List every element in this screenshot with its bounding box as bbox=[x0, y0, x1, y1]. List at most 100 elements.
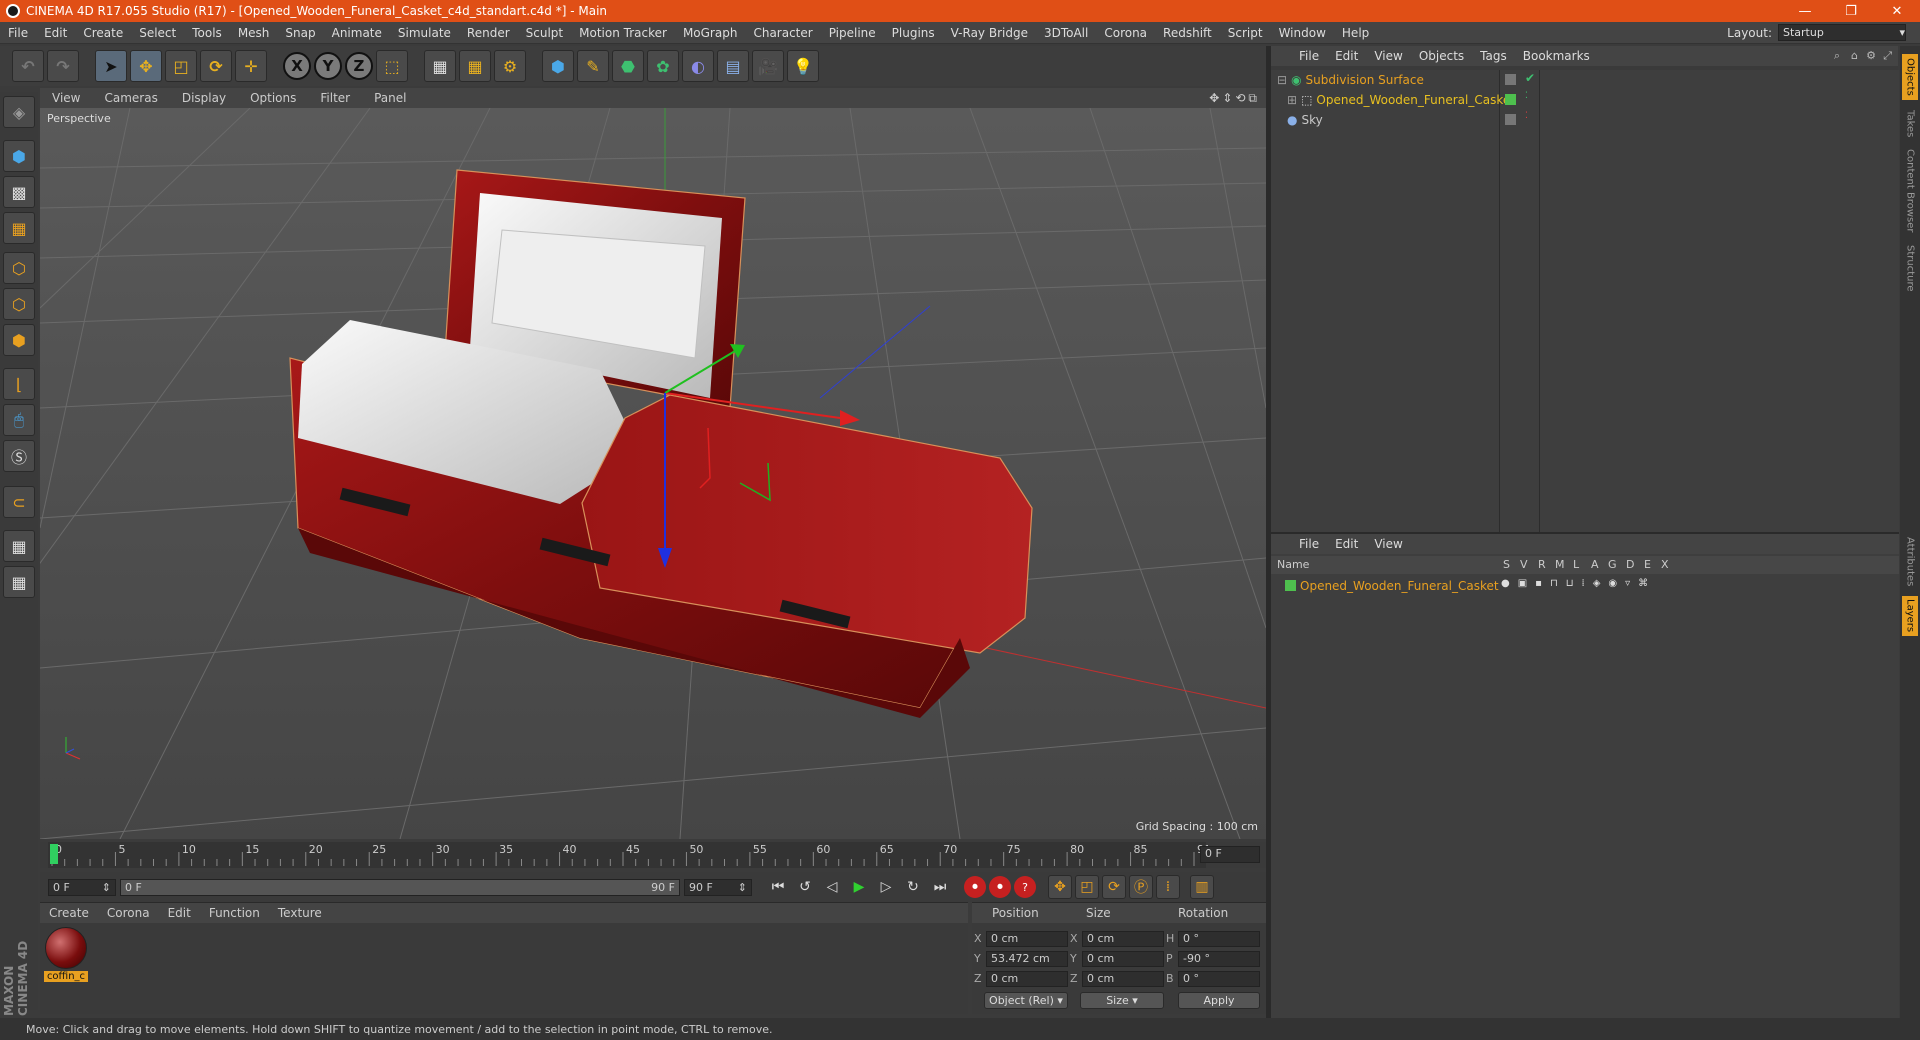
size-x-field[interactable]: 0 cm bbox=[1082, 930, 1164, 947]
tab-structure[interactable]: Structure bbox=[1902, 240, 1918, 296]
viewport-menu-display[interactable]: Display bbox=[170, 91, 238, 105]
material-menu-texture[interactable]: Texture bbox=[269, 906, 331, 920]
workplane-mode-button[interactable]: ▦ bbox=[3, 212, 35, 244]
key-scale-button[interactable]: ◰ bbox=[1075, 875, 1099, 899]
layer-tag[interactable] bbox=[1505, 114, 1516, 125]
search-icon[interactable]: ⌕ bbox=[1834, 49, 1840, 63]
viewport-menu-filter[interactable]: Filter bbox=[308, 91, 362, 105]
menu-3dtoall[interactable]: 3DToAll bbox=[1036, 26, 1096, 40]
layers-menu-view[interactable]: View bbox=[1366, 537, 1410, 551]
layer-tag[interactable] bbox=[1505, 74, 1516, 85]
objects-menu-view[interactable]: View bbox=[1366, 49, 1410, 63]
viewport-camera-label[interactable]: Perspective bbox=[44, 112, 114, 125]
material-swatch[interactable]: coffin_c bbox=[44, 927, 88, 982]
cube-primitive-button[interactable]: ⬢ bbox=[542, 50, 574, 82]
menu-create[interactable]: Create bbox=[75, 26, 131, 40]
tweak-mode-button[interactable]: 🖱 bbox=[3, 404, 35, 436]
material-menu-corona[interactable]: Corona bbox=[98, 906, 159, 920]
close-button[interactable]: ✕ bbox=[1874, 0, 1920, 22]
go-to-end-button[interactable]: ⏭ bbox=[928, 875, 952, 899]
start-frame-field[interactable]: 0 F ⇕ bbox=[48, 878, 116, 896]
current-frame-field[interactable]: 0 F bbox=[1200, 846, 1260, 863]
expand-icon[interactable]: ⊞ bbox=[1287, 93, 1297, 107]
key-rotation-button[interactable]: ⟳ bbox=[1102, 875, 1126, 899]
position-x-field[interactable]: 0 cm bbox=[986, 930, 1068, 947]
visibility-dots-icon[interactable]: ⁚ bbox=[1525, 111, 1528, 121]
menu-script[interactable]: Script bbox=[1220, 26, 1271, 40]
material-menu-function[interactable]: Function bbox=[200, 906, 269, 920]
keyframe-selection-button[interactable]: ? bbox=[1014, 876, 1036, 898]
menu-snap[interactable]: Snap bbox=[277, 26, 323, 40]
frame-range-slider[interactable]: 0 F 90 F bbox=[120, 878, 680, 896]
menu-mesh[interactable]: Mesh bbox=[230, 26, 278, 40]
menu-render[interactable]: Render bbox=[459, 26, 518, 40]
prev-key-button[interactable]: ↺ bbox=[793, 875, 817, 899]
expand-icon[interactable]: ⤢ bbox=[1883, 49, 1892, 63]
menu-tools[interactable]: Tools bbox=[184, 26, 230, 40]
position-z-field[interactable]: 0 cm bbox=[986, 970, 1068, 987]
go-to-start-button[interactable]: ⏮ bbox=[766, 875, 790, 899]
viewport-menu-panel[interactable]: Panel bbox=[362, 91, 418, 105]
menu-character[interactable]: Character bbox=[745, 26, 820, 40]
menu-plugins[interactable]: Plugins bbox=[884, 26, 943, 40]
menu-mograph[interactable]: MoGraph bbox=[675, 26, 746, 40]
objects-menu-file[interactable]: File bbox=[1291, 49, 1327, 63]
layers-menu-file[interactable]: File bbox=[1291, 537, 1327, 551]
x-axis-lock-button[interactable]: X bbox=[283, 52, 311, 80]
next-frame-button[interactable]: ▷ bbox=[874, 875, 898, 899]
visibility-dots-icon[interactable]: ⁚ bbox=[1525, 91, 1528, 101]
timeline-ruler[interactable]: 051015202530354045505560657075808590 0 F bbox=[40, 842, 1266, 868]
menu-vray-bridge[interactable]: V-Ray Bridge bbox=[943, 26, 1036, 40]
key-parameter-button[interactable]: Ⓟ bbox=[1129, 875, 1153, 899]
size-y-field[interactable]: 0 cm bbox=[1082, 950, 1164, 967]
floor-button[interactable]: ▤ bbox=[717, 50, 749, 82]
viewport-menu-options[interactable]: Options bbox=[238, 91, 308, 105]
rotate-tool-button[interactable]: ⟳ bbox=[200, 50, 232, 82]
layout-select[interactable]: Startup ▾ bbox=[1778, 24, 1906, 41]
tab-attributes[interactable]: Attributes bbox=[1902, 532, 1918, 592]
render-view-button[interactable]: ▦ bbox=[424, 50, 456, 82]
render-settings-button[interactable]: ⚙ bbox=[494, 50, 526, 82]
layer-row[interactable]: Opened_Wooden_Funeral_Casket ●▣▪⊓⊔⁞◈◉▿⌘ bbox=[1271, 576, 1899, 595]
size-mode-dropdown[interactable]: Size ▾ bbox=[1080, 992, 1164, 1009]
key-position-button[interactable]: ✥ bbox=[1048, 875, 1072, 899]
points-mode-button[interactable]: ⬡ bbox=[3, 252, 35, 284]
prev-frame-button[interactable]: ◁ bbox=[820, 875, 844, 899]
light-button[interactable]: 💡 bbox=[787, 50, 819, 82]
pen-spline-button[interactable]: ✎ bbox=[577, 50, 609, 82]
apply-button[interactable]: Apply bbox=[1178, 992, 1260, 1009]
playhead[interactable] bbox=[50, 844, 58, 864]
play-button[interactable]: ▶ bbox=[847, 875, 871, 899]
home-icon[interactable]: ⌂ bbox=[1851, 49, 1858, 62]
menu-redshift[interactable]: Redshift bbox=[1155, 26, 1220, 40]
workplane-align-button[interactable]: ▦ bbox=[3, 566, 35, 598]
redo-button[interactable]: ↷ bbox=[47, 50, 79, 82]
next-key-button[interactable]: ↻ bbox=[901, 875, 925, 899]
array-generator-button[interactable]: ✿ bbox=[647, 50, 679, 82]
settings-icon[interactable]: ⚙ bbox=[1866, 49, 1876, 62]
workplane-lock-button[interactable]: ▦ bbox=[3, 530, 35, 562]
end-frame-field[interactable]: 90 F ⇕ bbox=[684, 878, 752, 896]
layer-color-swatch[interactable] bbox=[1285, 580, 1296, 591]
z-axis-lock-button[interactable]: Z bbox=[345, 52, 373, 80]
timeline-ticks[interactable]: 051015202530354045505560657075808590 bbox=[48, 842, 1208, 868]
subdivision-generator-button[interactable]: ⬣ bbox=[612, 50, 644, 82]
undo-button[interactable]: ↶ bbox=[12, 50, 44, 82]
coordinate-system-button[interactable]: ⬚ bbox=[376, 50, 408, 82]
menu-motion-tracker[interactable]: Motion Tracker bbox=[571, 26, 675, 40]
position-y-field[interactable]: 53.472 cm bbox=[986, 950, 1068, 967]
rotation-h-field[interactable]: 0 ° bbox=[1178, 930, 1260, 947]
size-z-field[interactable]: 0 cm bbox=[1082, 970, 1164, 987]
texture-mode-button[interactable]: ▩ bbox=[3, 176, 35, 208]
viewport-menu-view[interactable]: View bbox=[40, 91, 92, 105]
live-selection-button[interactable]: ➤ bbox=[95, 50, 127, 82]
menu-sculpt[interactable]: Sculpt bbox=[518, 26, 571, 40]
objects-menu-tags[interactable]: Tags bbox=[1472, 49, 1515, 63]
objects-menu-edit[interactable]: Edit bbox=[1327, 49, 1366, 63]
scale-tool-button[interactable]: ◰ bbox=[165, 50, 197, 82]
object-row-subdivision-surface[interactable]: ⊟ ◉ Subdivision Surface ✔ bbox=[1271, 70, 1899, 89]
object-row-sky[interactable]: ● Sky ⁚ bbox=[1271, 110, 1899, 129]
viewport-menu-cameras[interactable]: Cameras bbox=[92, 91, 169, 105]
objects-menu-objects[interactable]: Objects bbox=[1411, 49, 1472, 63]
snap-button[interactable]: Ⓢ bbox=[3, 440, 35, 472]
